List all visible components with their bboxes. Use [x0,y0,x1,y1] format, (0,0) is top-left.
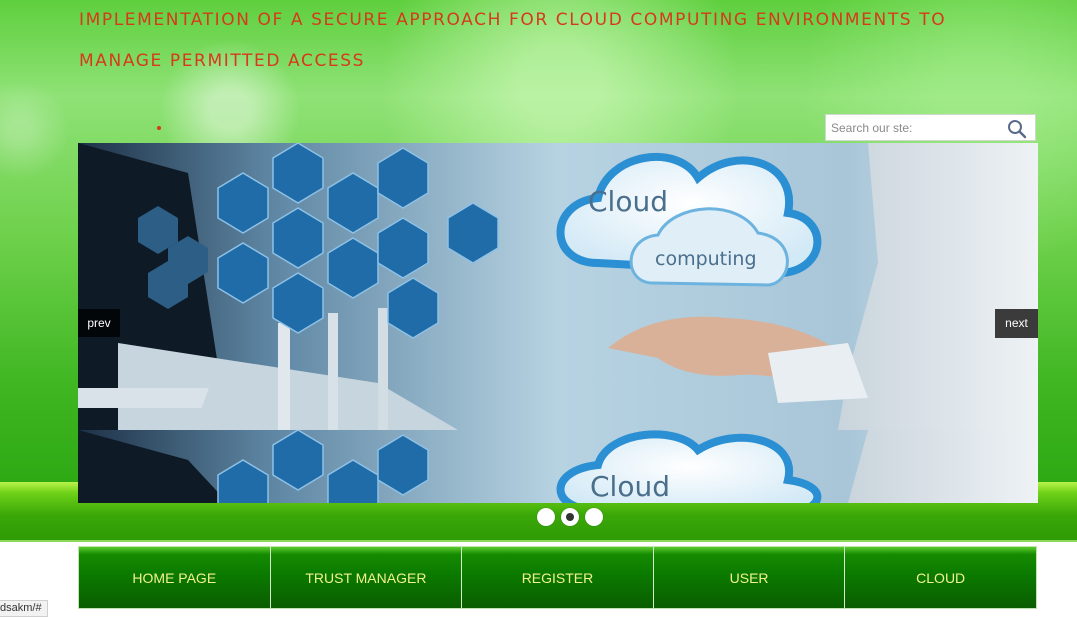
slide-caption-cloud-2: Cloud [590,470,670,503]
band-divider [0,540,1077,542]
main-menu: HOME PAGE TRUST MANAGER REGISTER USER CL… [78,546,1037,609]
status-bar-url: dsakm/# [0,600,48,617]
search-input[interactable] [826,115,1009,140]
menu-item-home-page[interactable]: HOME PAGE [79,547,271,608]
slide-caption-cloud: Cloud [588,185,668,218]
slider-dot-3[interactable] [585,508,603,526]
slide-image: Cloud computing [78,143,1038,430]
slider-prev-button[interactable]: prev [78,309,120,337]
slider-next-button[interactable]: next [995,309,1038,338]
menu-item-register[interactable]: REGISTER [462,547,654,608]
slide-image-next: Cloud [78,430,1038,503]
slider-dot-1[interactable] [537,508,555,526]
menu-item-cloud[interactable]: CLOUD [845,547,1036,608]
image-slider: Cloud computing Cloud [78,143,1038,503]
menu-item-user[interactable]: USER [653,547,846,608]
site-title: IMPLEMENTATION OF A SECURE APPROACH FOR … [79,10,947,71]
decorative-dot [157,126,161,130]
search-icon[interactable] [1007,119,1027,139]
search-box [825,114,1036,141]
menu-item-trust-manager[interactable]: TRUST MANAGER [270,547,463,608]
slide-caption-computing: computing [655,248,757,270]
slider-dot-2[interactable] [561,508,579,526]
